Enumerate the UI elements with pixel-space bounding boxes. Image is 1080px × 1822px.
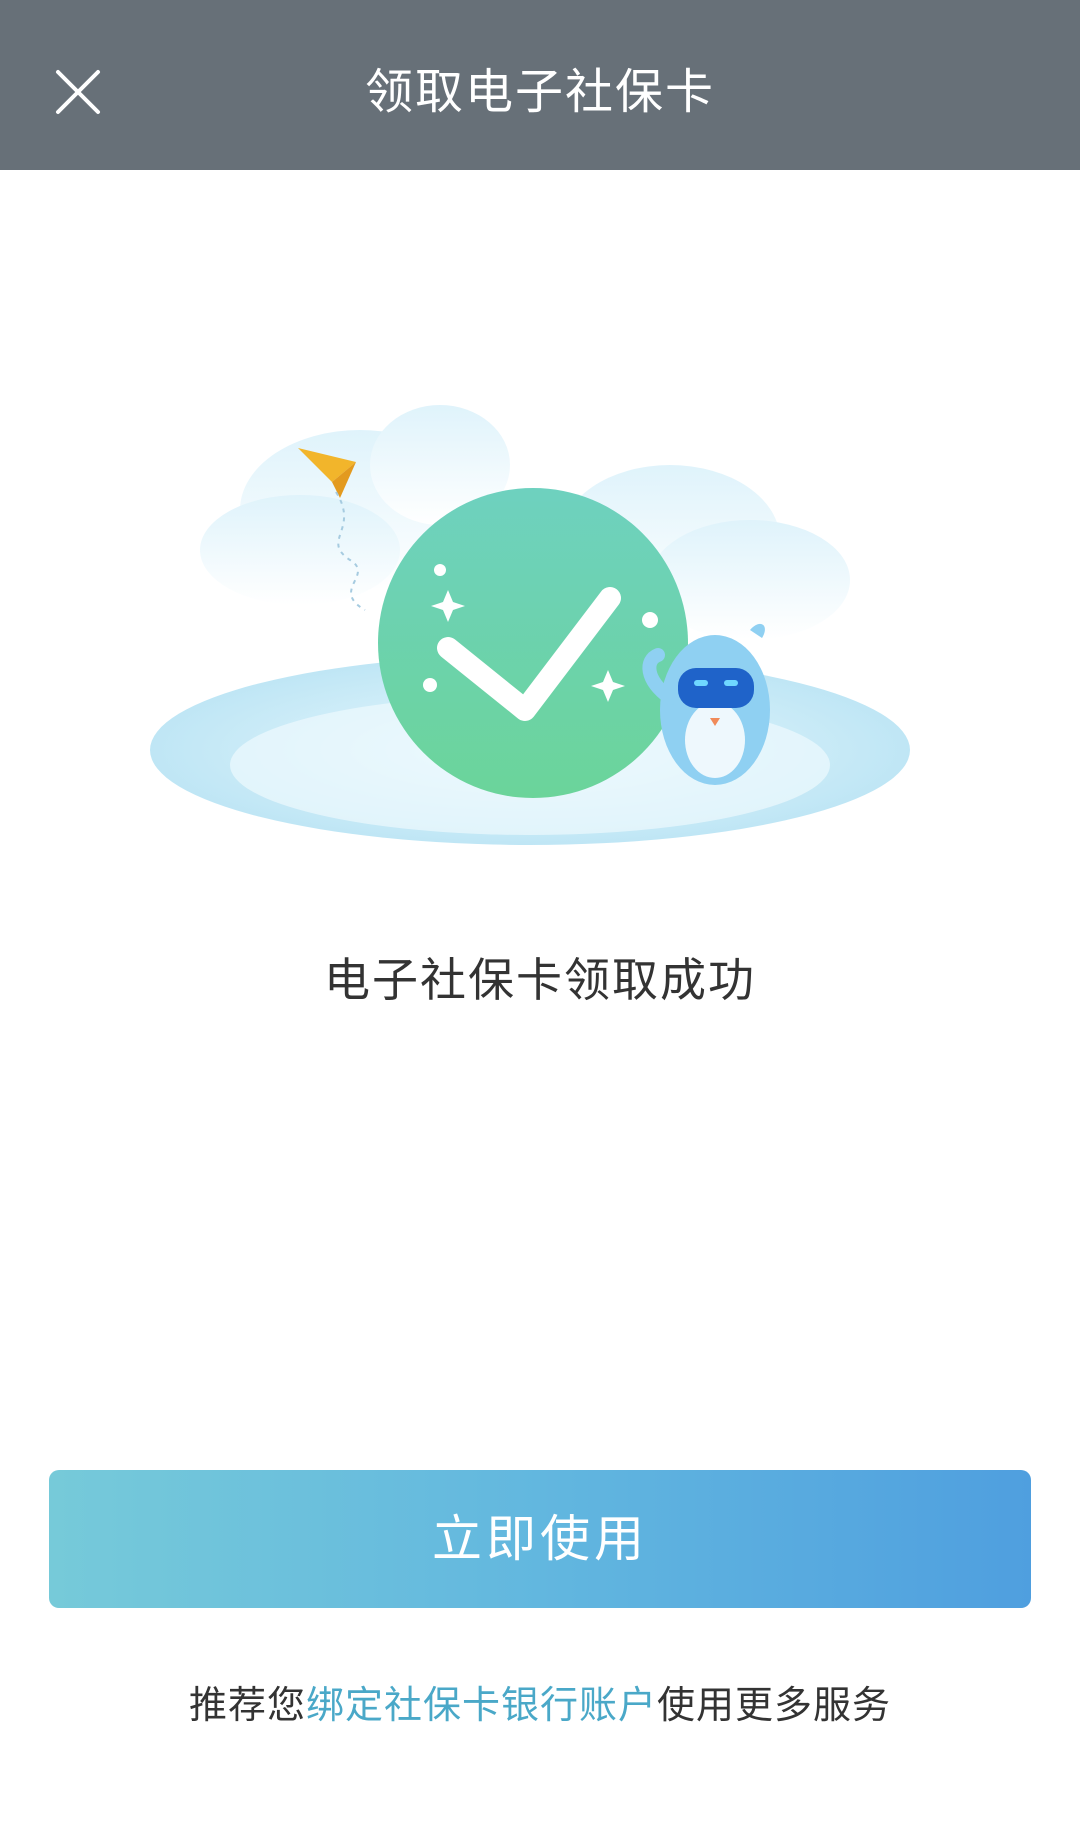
hint-suffix: 使用更多服务 [657, 1683, 892, 1727]
bind-bank-account-link[interactable]: 绑定社保卡银行账户 [306, 1683, 657, 1727]
success-message: 电子社保卡领取成功 [324, 953, 756, 1007]
success-illustration-graphic [150, 405, 910, 845]
success-illustration [150, 380, 930, 900]
check-circle [378, 488, 688, 798]
top-bar: 领取电子社保卡 [0, 0, 1080, 170]
bind-bank-account-hint: 推荐您绑定社保卡银行账户使用更多服务 [0, 1675, 1080, 1735]
page-title: 领取电子社保卡 [364, 64, 715, 120]
hint-prefix: 推荐您 [188, 1683, 306, 1727]
use-now-button[interactable]: 立即使用 [49, 1470, 1031, 1608]
page: 领取电子社保卡 电子社保卡领取成功 立即使用 推荐您绑定社保卡银行账户使用更多服… [0, 0, 1080, 1822]
